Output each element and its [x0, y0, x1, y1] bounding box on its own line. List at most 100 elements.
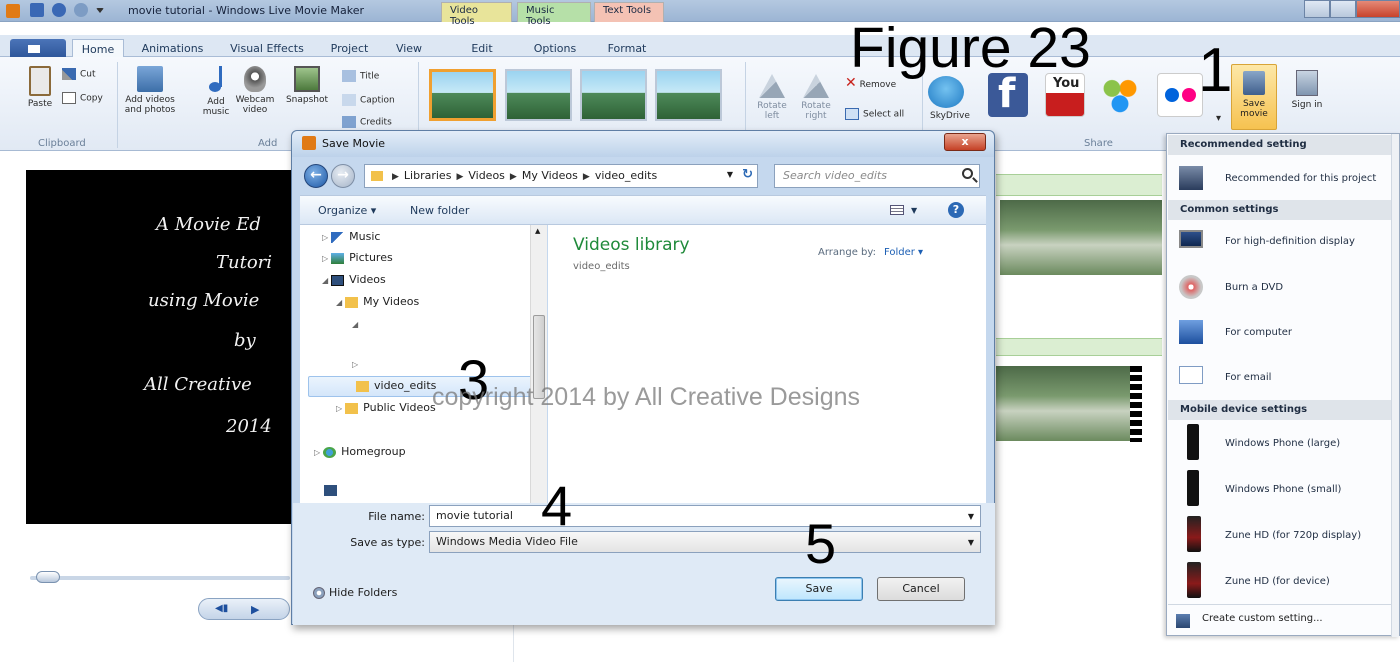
customize-toolbar-icon[interactable]: [96, 8, 104, 13]
new-folder-button[interactable]: New folder: [410, 204, 469, 217]
tree-item-public-videos[interactable]: ▷ Public Videos: [336, 401, 436, 414]
tree-item-music[interactable]: ▷ Music: [322, 230, 380, 243]
expand-arrow-icon[interactable]: ▷: [322, 254, 328, 263]
file-name-input[interactable]: movie tutorial ▼: [429, 505, 981, 527]
arrange-by[interactable]: Arrange by: Folder ▾: [818, 247, 923, 258]
save-button[interactable]: Save: [775, 577, 863, 601]
credits-button[interactable]: Credits: [342, 116, 392, 128]
scroll-up-icon[interactable]: ▲: [535, 227, 540, 235]
tree-item-videos[interactable]: ◢ Videos: [322, 273, 386, 286]
navigation-scrollbar[interactable]: ▲: [530, 225, 547, 503]
dialog-close-button[interactable]: x: [944, 133, 986, 151]
tree-item-my-videos[interactable]: ◢ My Videos: [336, 295, 419, 308]
forward-arrow-icon[interactable]: →: [331, 164, 355, 188]
search-icon[interactable]: [962, 168, 973, 179]
cut-button[interactable]: Cut: [62, 68, 96, 80]
refresh-icon[interactable]: ↻: [742, 167, 753, 182]
autotheme-thumbnail[interactable]: [580, 69, 647, 121]
rotate-left-button[interactable]: Rotate left: [752, 74, 792, 121]
add-videos-photos-button[interactable]: Add videos and photos: [124, 66, 176, 115]
application-menu-button[interactable]: [10, 39, 66, 59]
breadcrumb-my-videos[interactable]: My Videos: [522, 169, 578, 182]
menu-item-computer[interactable]: For computer: [1173, 320, 1393, 348]
save-as-type-dropdown-icon[interactable]: ▼: [968, 538, 974, 547]
collapse-arrow-icon[interactable]: ◢: [322, 276, 328, 285]
expand-arrow-icon[interactable]: ▷: [322, 233, 328, 242]
save-movie-button[interactable]: Save movie: [1231, 64, 1277, 130]
cancel-button[interactable]: Cancel: [877, 577, 965, 601]
breadcrumb-videos[interactable]: Videos: [468, 169, 505, 182]
save-as-type-select[interactable]: Windows Media Video File ▼: [429, 531, 981, 553]
tab-edit[interactable]: Edit: [462, 39, 502, 58]
address-dropdown-icon[interactable]: ▼: [727, 170, 733, 179]
breadcrumb-libraries[interactable]: Libraries: [404, 169, 452, 182]
collapse-arrow-icon[interactable]: ◢: [352, 320, 358, 329]
caption-button[interactable]: Caption: [342, 94, 395, 106]
save-icon[interactable]: [30, 3, 44, 17]
copy-button[interactable]: Copy: [62, 92, 103, 104]
tab-home[interactable]: Home: [72, 39, 124, 58]
storyboard-clip[interactable]: [1088, 200, 1162, 275]
paste-button[interactable]: Paste: [20, 66, 60, 109]
minimize-button[interactable]: [1304, 0, 1330, 18]
menu-item-email[interactable]: For email: [1173, 366, 1393, 394]
hide-folders-button[interactable]: Hide Folders: [313, 586, 397, 599]
flickr-icon[interactable]: [1157, 73, 1203, 117]
windows-live-people-icon[interactable]: [1100, 73, 1140, 117]
snapshot-button[interactable]: Snapshot: [285, 66, 329, 105]
menu-item-recommended[interactable]: Recommended for this project: [1173, 166, 1393, 194]
tree-expand-marker[interactable]: ◢: [352, 317, 361, 330]
file-name-dropdown-icon[interactable]: ▼: [968, 512, 974, 521]
tree-item-video-edits[interactable]: video_edits: [356, 379, 436, 392]
expand-arrow-icon[interactable]: ▷: [314, 448, 320, 457]
storyboard-clip[interactable]: [1000, 200, 1088, 275]
title-button[interactable]: Title: [342, 70, 379, 82]
play-icon[interactable]: ▶: [251, 603, 259, 616]
menu-item-burn-dvd[interactable]: Burn a DVD: [1173, 275, 1393, 303]
autotheme-thumbnail[interactable]: [655, 69, 722, 121]
expand-arrow-icon[interactable]: ▷: [352, 360, 358, 369]
rotate-right-button[interactable]: Rotate right: [796, 74, 836, 121]
chevron-right-icon[interactable]: ▶: [392, 172, 399, 182]
organize-button[interactable]: Organize ▾: [318, 204, 376, 217]
close-window-button[interactable]: [1356, 0, 1400, 18]
storyboard-clip[interactable]: [996, 366, 1130, 441]
redo-icon[interactable]: [74, 3, 88, 17]
skydrive-icon[interactable]: [928, 76, 964, 108]
movie-maker-app-icon[interactable]: [6, 4, 20, 18]
file-list-pane[interactable]: Videos library video_edits Arrange by: Fo…: [548, 225, 986, 503]
previous-frame-icon[interactable]: ◀▮: [215, 603, 228, 614]
share-more-chevron-icon[interactable]: ▾: [1216, 114, 1221, 124]
menu-item-zune-hd-device[interactable]: Zune HD (for device): [1173, 562, 1393, 602]
address-bar[interactable]: ▶ Libraries ▶ Videos ▶ My Videos ▶ video_edits …: [364, 164, 758, 188]
undo-icon[interactable]: [52, 3, 66, 17]
tab-format[interactable]: Format: [602, 39, 652, 58]
chevron-right-icon[interactable]: ▶: [456, 172, 463, 182]
webcam-video-button[interactable]: Webcam video: [234, 66, 276, 115]
change-view-icon[interactable]: [890, 205, 904, 215]
view-dropdown-icon[interactable]: ▼: [911, 206, 917, 215]
menu-item-zune-hd-720p[interactable]: Zune HD (for 720p display): [1173, 516, 1393, 556]
tab-view[interactable]: View: [388, 39, 430, 58]
add-music-button[interactable]: Add music: [196, 66, 236, 117]
menu-item-hd-display[interactable]: For high-definition display: [1173, 230, 1393, 258]
chevron-right-icon[interactable]: ▶: [510, 172, 517, 182]
menu-item-create-custom-setting[interactable]: Create custom setting...: [1168, 604, 1391, 636]
maximize-button[interactable]: [1330, 0, 1356, 18]
expand-arrow-icon[interactable]: ▷: [336, 404, 342, 413]
collapse-arrow-icon[interactable]: ◢: [336, 298, 342, 307]
tree-expand-marker[interactable]: ▷: [352, 357, 361, 370]
menu-item-windows-phone-large[interactable]: Windows Phone (large): [1173, 424, 1393, 464]
help-icon[interactable]: ?: [948, 202, 964, 218]
menu-scrollbar[interactable]: [1391, 134, 1399, 637]
autotheme-thumbnail[interactable]: [429, 69, 496, 121]
seek-bar[interactable]: [30, 576, 290, 580]
back-arrow-icon[interactable]: ←: [304, 164, 328, 188]
breadcrumb-video-edits[interactable]: video_edits: [595, 169, 657, 182]
tab-visual-effects[interactable]: Visual Effects: [222, 39, 312, 58]
tree-item-homegroup[interactable]: ▷ Homegroup: [314, 445, 406, 458]
tab-project[interactable]: Project: [322, 39, 377, 58]
chevron-right-icon[interactable]: ▶: [583, 172, 590, 182]
menu-item-windows-phone-small[interactable]: Windows Phone (small): [1173, 470, 1393, 510]
select-all-button[interactable]: Select all: [845, 108, 904, 120]
